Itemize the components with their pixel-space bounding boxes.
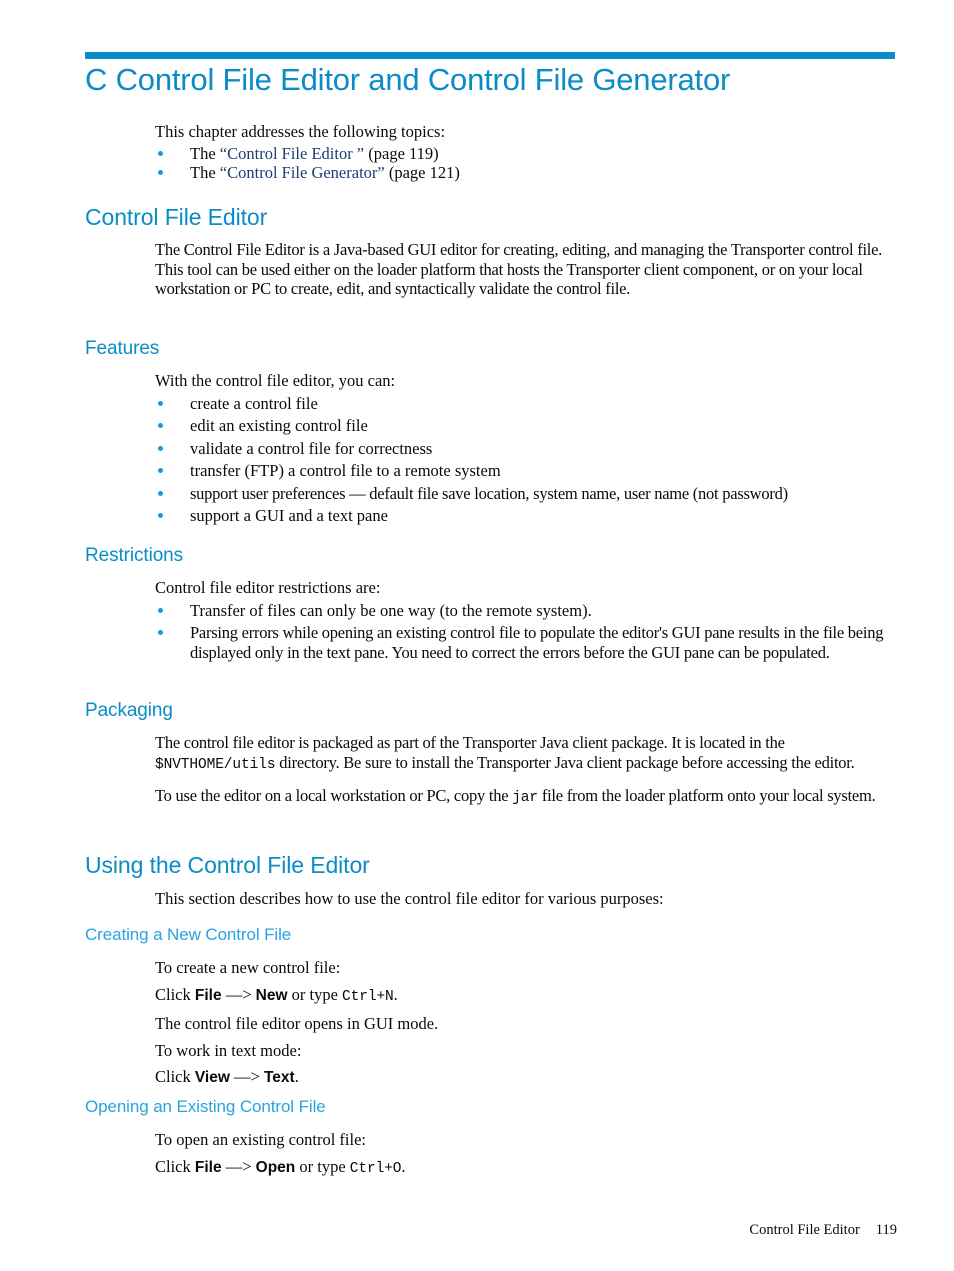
menu-arrow: —> bbox=[221, 984, 256, 1004]
creating-new-line-3: The control file editor opens in GUI mod… bbox=[155, 1014, 439, 1033]
page-footer: Control File Editor 119 bbox=[749, 1222, 897, 1239]
opening-existing-click-open: Click File —> Open or type Ctrl+O. bbox=[155, 1157, 897, 1180]
shortcut-ctrl-o: Ctrl+O bbox=[349, 1160, 402, 1177]
list-item: create a control file bbox=[155, 394, 897, 414]
click-suffix: . bbox=[393, 984, 398, 1004]
topic-suffix: (page 119) bbox=[364, 143, 439, 163]
paragraph: To use the editor on a local workstation… bbox=[155, 786, 897, 809]
topic-prefix: The bbox=[190, 163, 220, 182]
using-editor-body: This section describes how to use the co… bbox=[155, 889, 897, 909]
list-item: transfer (FTP) a control file to a remot… bbox=[155, 461, 897, 481]
menu-item-open[interactable]: Open bbox=[256, 1159, 296, 1176]
menu-arrow: —> bbox=[229, 1067, 264, 1086]
packaging-text-1: The control file editor is packaged as p… bbox=[155, 733, 785, 752]
features-list: create a control file edit an existing c… bbox=[155, 394, 897, 526]
click-prefix: Click bbox=[155, 1067, 195, 1086]
chapter-topics-list: The “Control File Editor ” (page 119) Th… bbox=[155, 144, 897, 183]
shortcut-ctrl-n: Ctrl+N bbox=[342, 988, 394, 1005]
click-prefix: Click bbox=[155, 984, 195, 1004]
chapter-intro-block: This chapter addresses the following top… bbox=[155, 122, 897, 183]
menu-view[interactable]: View bbox=[195, 1069, 230, 1086]
packaging-path-code: $NVTHOME/utils bbox=[155, 756, 276, 773]
heading-features: Features bbox=[85, 338, 160, 359]
menu-file[interactable]: File bbox=[195, 1159, 222, 1176]
heading-creating-new-control-file: Creating a New Control File bbox=[85, 925, 292, 944]
topic-suffix: (page 121) bbox=[384, 163, 460, 182]
features-body: With the control file editor, you can: c… bbox=[155, 371, 897, 529]
chapter-title: C Control File Editor and Control File G… bbox=[85, 62, 731, 97]
list-item: edit an existing control file bbox=[155, 416, 897, 436]
creating-new-line-1: To create a new control file: bbox=[155, 958, 341, 977]
heading-opening-existing-control-file: Opening an Existing Control File bbox=[85, 1097, 326, 1116]
heading-control-file-editor: Control File Editor bbox=[85, 204, 268, 230]
click-suffix: . bbox=[294, 1067, 299, 1086]
packaging-body: The control file editor is packaged as p… bbox=[155, 733, 897, 809]
creating-new-line-4: To work in text mode: bbox=[155, 1040, 302, 1060]
creating-new-body: To create a new control file: Click File… bbox=[155, 958, 897, 1088]
heading-restrictions: Restrictions bbox=[85, 545, 184, 566]
topic-prefix: The bbox=[190, 143, 220, 163]
packaging-text-4: file from the loader platform onto your … bbox=[537, 786, 876, 805]
list-item[interactable]: The “Control File Generator” (page 121) bbox=[155, 163, 897, 183]
topic-link[interactable]: “Control File Generator” bbox=[220, 163, 385, 182]
creating-new-click-text: Click View —> Text. bbox=[155, 1067, 897, 1088]
restrictions-list: Transfer of files can only be one way (t… bbox=[155, 601, 897, 663]
topic-link[interactable]: “Control File Editor ” bbox=[220, 144, 364, 163]
chapter-intro-text: This chapter addresses the following top… bbox=[155, 122, 446, 141]
menu-item-new[interactable]: New bbox=[256, 987, 288, 1004]
packaging-jar-code: jar bbox=[512, 790, 538, 806]
list-item: support a GUI and a text pane bbox=[155, 506, 897, 526]
click-mid: or type bbox=[287, 984, 343, 1004]
list-item: validate a control file for correctness bbox=[155, 439, 897, 459]
opening-existing-body: To open an existing control file: Click … bbox=[155, 1130, 897, 1179]
document-page: C Control File Editor and Control File G… bbox=[0, 0, 954, 1271]
menu-item-text[interactable]: Text bbox=[264, 1069, 295, 1086]
control-file-editor-body: The Control File Editor is a Java-based … bbox=[155, 240, 897, 299]
click-suffix: . bbox=[401, 1156, 406, 1176]
list-item: support user preferences — default file … bbox=[155, 484, 897, 504]
restrictions-body: Control file editor restrictions are: Tr… bbox=[155, 578, 897, 665]
heading-using-control-file-editor: Using the Control File Editor bbox=[85, 852, 370, 878]
list-item: Transfer of files can only be one way (t… bbox=[155, 601, 897, 621]
chapter-rule bbox=[85, 52, 895, 59]
opening-existing-line-1: To open an existing control file: bbox=[155, 1130, 367, 1149]
menu-file[interactable]: File bbox=[195, 987, 222, 1004]
click-prefix: Click bbox=[155, 1156, 195, 1176]
restrictions-lead: Control file editor restrictions are: bbox=[155, 578, 381, 597]
paragraph: The Control File Editor is a Java-based … bbox=[155, 240, 883, 298]
click-mid: or type bbox=[295, 1156, 350, 1176]
paragraph: This section describes how to use the co… bbox=[155, 889, 664, 908]
list-item[interactable]: The “Control File Editor ” (page 119) bbox=[155, 144, 897, 164]
heading-packaging: Packaging bbox=[85, 700, 173, 721]
list-item: Parsing errors while opening an existing… bbox=[155, 623, 897, 662]
paragraph: The control file editor is packaged as p… bbox=[155, 733, 897, 775]
packaging-text-3: To use the editor on a local workstation… bbox=[155, 786, 513, 805]
features-lead: With the control file editor, you can: bbox=[155, 371, 396, 390]
footer-running-head: Control File Editor bbox=[749, 1222, 860, 1238]
footer-page-number: 119 bbox=[875, 1222, 897, 1238]
creating-new-click-new: Click File —> New or type Ctrl+N. bbox=[155, 985, 897, 1008]
packaging-text-2: directory. Be sure to install the Transp… bbox=[275, 752, 855, 772]
menu-arrow: —> bbox=[221, 1156, 256, 1176]
